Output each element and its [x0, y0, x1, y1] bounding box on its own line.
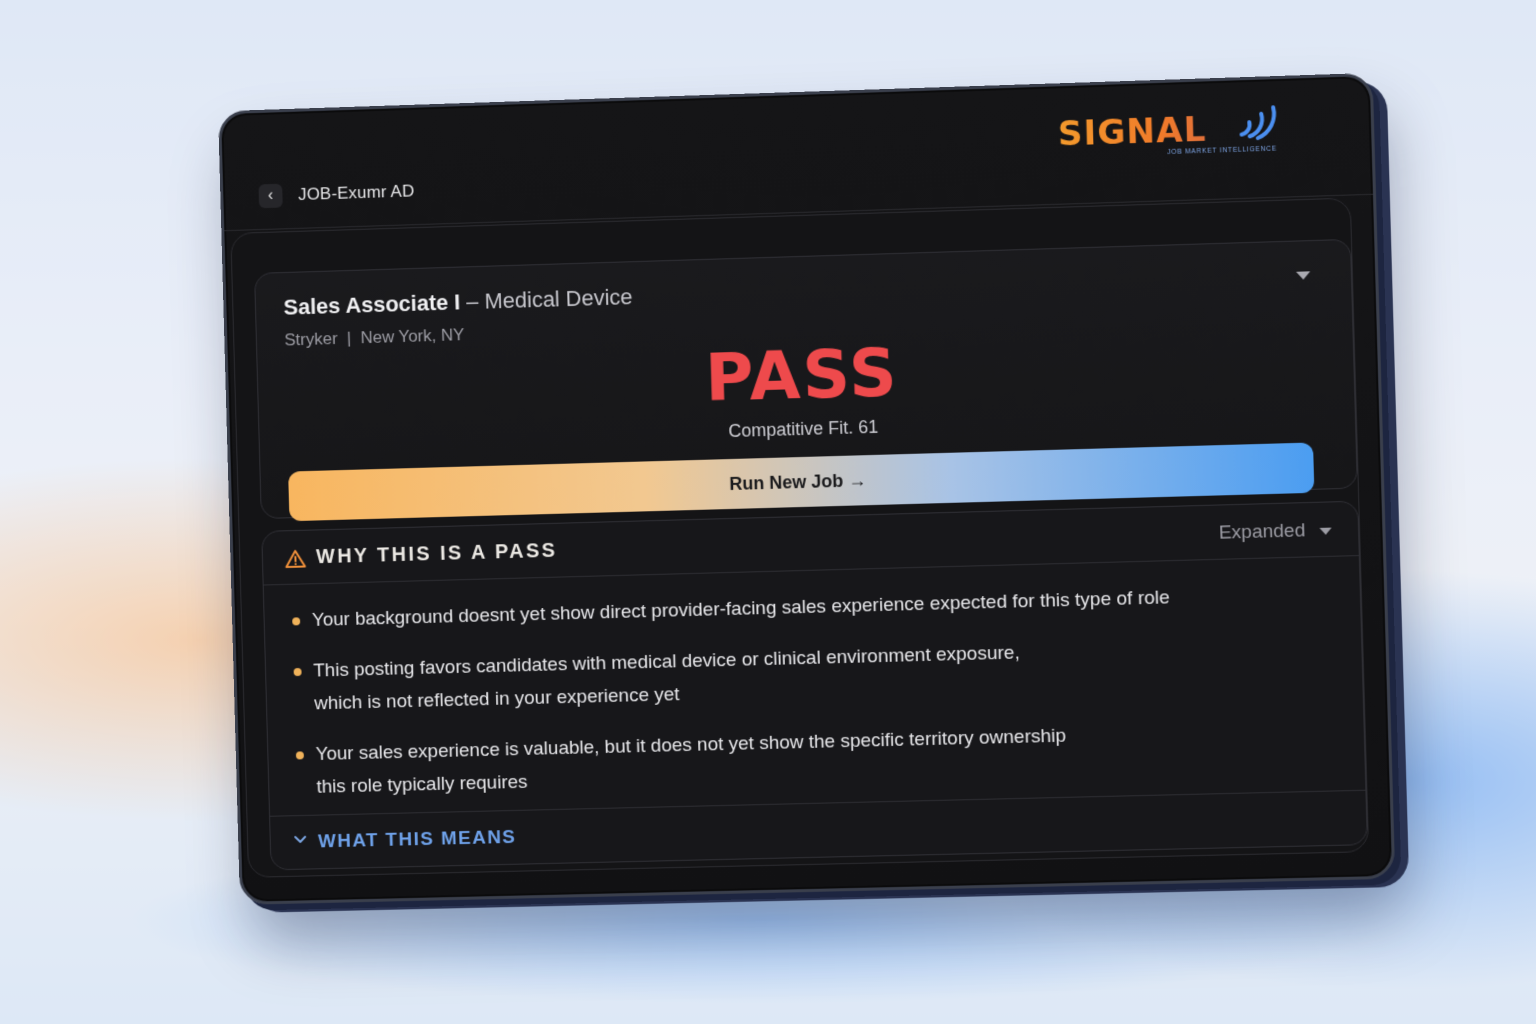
why-pass-title: WHY THIS IS A PASS	[315, 539, 558, 569]
job-meta: Stryker | New York, NY	[284, 325, 464, 350]
reason-list: Your background doesnt yet show direct p…	[292, 577, 1337, 822]
meta-divider: |	[341, 328, 357, 348]
job-dept: – Medical Device	[466, 284, 633, 315]
reason-item: Your sales experience is valuable, but i…	[295, 713, 1337, 804]
reason-line: Your background doesnt yet show direct p…	[311, 587, 1171, 631]
signal-waves-icon	[1235, 103, 1281, 145]
what-this-means-title: WHAT THIS MEANS	[317, 826, 517, 853]
expanded-caret-icon[interactable]	[1319, 527, 1332, 535]
job-title: Sales Associate I – Medical Device	[283, 284, 633, 321]
warning-icon	[284, 549, 306, 569]
stage: ‹ JOB-Exumr AD SIGNAL JOB MARKET INTELLI…	[0, 0, 1536, 1024]
device-screen: ‹ JOB-Exumr AD SIGNAL JOB MARKET INTELLI…	[218, 72, 1396, 905]
why-pass-section: WHY THIS IS A PASS Expanded Your backgro…	[261, 500, 1368, 871]
card-collapse-caret-icon[interactable]	[1296, 271, 1311, 280]
chevron-down-icon	[292, 832, 308, 848]
expanded-state-label[interactable]: Expanded	[1218, 520, 1305, 544]
back-button[interactable]: ‹	[258, 183, 283, 209]
reason-line: This posting favors candidates with medi…	[313, 642, 1021, 682]
reason-line: which is not reflected in your experienc…	[313, 684, 680, 715]
page-title: JOB-Exumr AD	[297, 181, 415, 205]
reason-item: This posting favors candidates with medi…	[293, 628, 1334, 720]
reason-item: Your background doesnt yet show direct p…	[292, 577, 1332, 637]
bullet-dot	[292, 617, 301, 626]
bullet-dot	[293, 667, 302, 677]
job-summary-card: Sales Associate I – Medical Device Stryk…	[254, 238, 1358, 522]
results-panel: Sales Associate I – Medical Device Stryk…	[230, 197, 1370, 878]
bullet-dot	[295, 751, 304, 760]
brand-logo: SIGNAL JOB MARKET INTELLIGENCE	[1047, 99, 1291, 167]
job-role: Sales Associate I	[283, 289, 461, 320]
reason-line: this role typically requires	[316, 771, 528, 798]
run-new-job-label: Run New Job →	[729, 469, 867, 494]
job-location: New York, NY	[360, 325, 465, 348]
company-name: Stryker	[284, 329, 338, 350]
chevron-left-icon: ‹	[267, 186, 274, 204]
reason-line: Your sales experience is valuable, but i…	[315, 725, 1067, 765]
